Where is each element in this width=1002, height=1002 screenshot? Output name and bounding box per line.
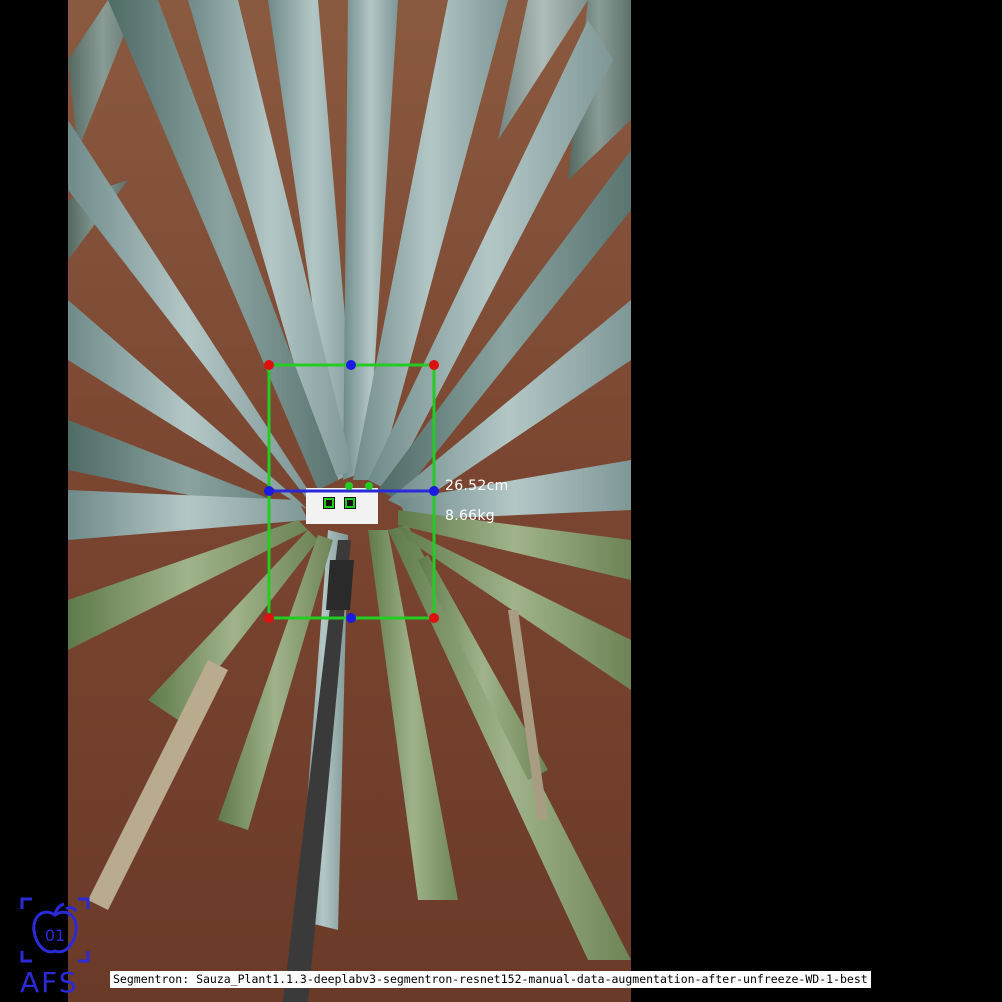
model-caption: Segmentron: Sauza_Plant1.1.3-deeplabv3-s… — [110, 971, 871, 988]
logo-text: AFS — [20, 966, 79, 999]
weight-label: 8.66kg — [445, 508, 495, 524]
agave-photo-canvas — [68, 0, 631, 1002]
logo-badge-text: 01 — [45, 926, 65, 945]
agave-photo — [68, 0, 631, 1002]
diameter-label: 26.52cm — [445, 478, 509, 494]
afs-logo-icon: 01 — [20, 897, 90, 963]
